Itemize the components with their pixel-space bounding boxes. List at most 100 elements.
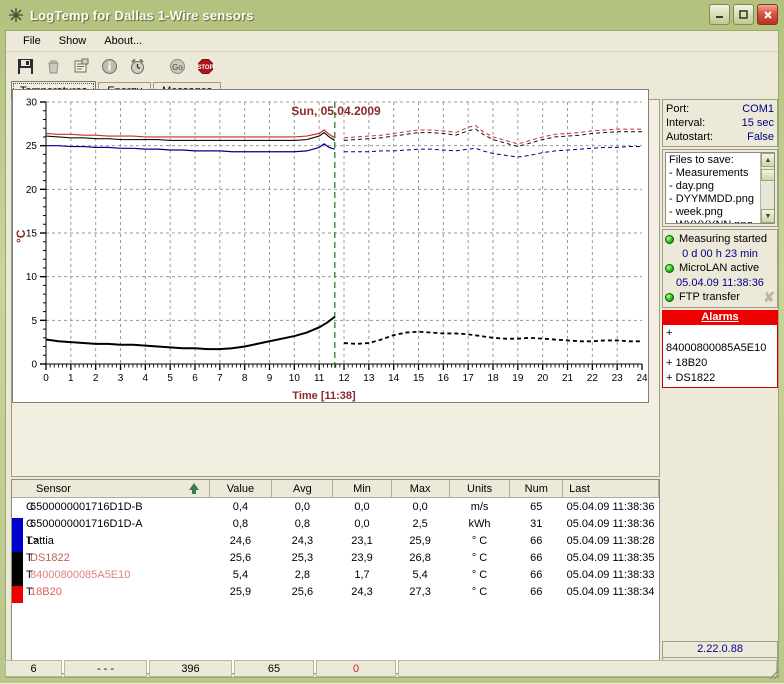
x-tick-label: 20	[537, 373, 549, 384]
cell-last: 05.04.09 11:38:28	[563, 532, 659, 549]
cell-sensor: T84000800085A5E10	[12, 566, 209, 583]
sensor-name: 18B20	[30, 586, 62, 598]
table-row[interactable]: T84000800085A5E105,42,81,75,4° C6605.04.…	[12, 566, 659, 583]
col-units[interactable]: Units	[449, 480, 510, 498]
alarm-item[interactable]: + 18B20	[666, 356, 774, 371]
version-label: 2.22.0.88	[662, 641, 778, 657]
sensor-table-panel[interactable]: Sensor Value Avg Min Max Units Num Last …	[11, 479, 660, 674]
col-last[interactable]: Last	[563, 480, 659, 498]
table-row[interactable]: C6500000001716D1D-B0,40,00,00,0m/s6505.0…	[12, 498, 659, 516]
cell-max: 27,3	[391, 583, 449, 600]
cell-value: 24,6	[209, 532, 272, 549]
x-tick-label: 18	[487, 373, 499, 384]
status-bar: 6 - - - 396 65 0	[5, 659, 779, 678]
microlan-led-icon	[665, 264, 674, 273]
cell-num: 66	[510, 583, 563, 600]
chart-svg: 0510152025300123456789101112131415161718…	[13, 90, 648, 402]
autostart-value: False	[747, 130, 774, 144]
x-tick-label: 8	[242, 373, 248, 384]
file-item[interactable]: - day.png	[669, 180, 771, 193]
alarms-list[interactable]: + 84000800085A5E10 + 18B20 + DS1822	[662, 325, 778, 388]
cell-avg: 25,3	[272, 549, 333, 566]
col-sensor[interactable]: Sensor	[12, 480, 209, 498]
x-tick-label: 0	[43, 373, 49, 384]
table-row[interactable]: T>Lattia24,624,323,125,9° C6605.04.09 11…	[12, 532, 659, 549]
sensor-name: 6500000001716D1D-A	[30, 518, 143, 530]
scrollbar-thumb[interactable]	[761, 169, 775, 181]
alarms-section: Alarms + 84000800085A5E10 + 18B20 + DS18…	[662, 310, 778, 388]
series-line-lattia	[46, 144, 335, 152]
cell-value: 0,8	[209, 515, 272, 532]
cell-last: 05.04.09 11:38:36	[563, 515, 659, 532]
alarm-clock-icon[interactable]	[125, 55, 149, 78]
menu-item-show[interactable]: Show	[50, 33, 96, 49]
cell-min: 24,3	[333, 583, 391, 600]
go-button[interactable]: Go	[165, 55, 189, 78]
file-item[interactable]: - WYYYYNN.png	[669, 219, 771, 224]
series-line-84000800085a5e10	[46, 317, 335, 349]
menu-item-about[interactable]: About...	[95, 33, 151, 49]
col-value[interactable]: Value	[209, 480, 272, 498]
x-tick-label: 23	[612, 373, 624, 384]
alarm-item[interactable]: + DS1822	[666, 371, 774, 386]
svg-text:Go: Go	[172, 63, 183, 72]
table-row[interactable]: TDS182225,625,323,926,8° C6605.04.09 11:…	[12, 549, 659, 566]
status-indicators: Measuring started 0 d 00 h 23 min MicroL…	[662, 229, 778, 308]
col-num[interactable]: Num	[510, 480, 563, 498]
cell-avg: 2,8	[272, 566, 333, 583]
col-avg[interactable]: Avg	[272, 480, 333, 498]
file-item[interactable]: - DYYMMDD.png	[669, 193, 771, 206]
x-tick-label: 10	[289, 373, 301, 384]
cell-units: ° C	[449, 549, 510, 566]
close-button[interactable]	[757, 4, 778, 25]
temperature-chart[interactable]: 0510152025300123456789101112131415161718…	[12, 89, 649, 403]
menu-bar: File Show About...	[6, 31, 778, 52]
maximize-button[interactable]	[733, 4, 754, 25]
x-tick-label: 1	[68, 373, 74, 384]
save-button[interactable]	[13, 55, 37, 78]
minimize-button[interactable]	[709, 4, 730, 25]
files-header: Files to save:	[669, 154, 771, 167]
cell-value: 25,9	[209, 583, 272, 600]
properties-button[interactable]	[69, 55, 93, 78]
alarm-item[interactable]: + 84000800085A5E10	[666, 326, 774, 356]
title-bar: LogTemp for Dallas 1-Wire sensors	[0, 0, 784, 30]
microlan-timestamp: 05.04.09 11:38:36	[665, 276, 775, 290]
measuring-duration: 0 d 00 h 23 min	[665, 247, 775, 261]
ftp-label: FTP transfer	[679, 290, 740, 305]
col-min[interactable]: Min	[333, 480, 391, 498]
chart-xlabel: Time [11:38]	[292, 390, 356, 402]
table-row[interactable]: C6500000001716D1D-A0,80,80,02,5kWh3105.0…	[12, 515, 659, 532]
cell-sensor: TDS1822	[12, 549, 209, 566]
scroll-down-icon[interactable]: ▼	[761, 209, 775, 223]
x-tick-label: 14	[388, 373, 400, 384]
connection-settings: Port: COM1 Interval: 15 sec Autostart: F…	[662, 99, 778, 147]
interval-row: Interval: 15 sec	[666, 116, 774, 130]
file-item[interactable]: - Measurements	[669, 167, 771, 180]
scroll-up-icon[interactable]: ▲	[761, 153, 775, 167]
ftp-disabled-x-icon[interactable]: ✘	[763, 290, 775, 305]
x-tick-label: 12	[338, 373, 350, 384]
file-item[interactable]: - week.png	[669, 206, 771, 219]
files-scrollbar[interactable]: ▲ ▼	[760, 153, 774, 223]
resize-grip[interactable]	[766, 667, 780, 681]
cell-units: ° C	[449, 566, 510, 583]
cell-num: 66	[510, 532, 563, 549]
x-tick-label: 22	[587, 373, 599, 384]
table-row[interactable]: T18B2025,925,624,327,3° C6605.04.09 11:3…	[12, 583, 659, 600]
info-button[interactable]	[97, 55, 121, 78]
cell-avg: 0,0	[272, 498, 333, 516]
cell-avg: 0,8	[272, 515, 333, 532]
menu-item-file[interactable]: File	[14, 33, 50, 49]
cell-max: 0,0	[391, 498, 449, 516]
files-to-save-list[interactable]: Files to save: - Measurements - day.png …	[665, 152, 775, 224]
cell-num: 65	[510, 498, 563, 516]
x-tick-label: 11	[314, 373, 325, 384]
measuring-status-row: Measuring started	[665, 232, 775, 247]
autostart-label: Autostart:	[666, 130, 713, 144]
delete-button[interactable]	[41, 55, 65, 78]
stop-button[interactable]: STOP	[193, 55, 217, 78]
col-max[interactable]: Max	[391, 480, 449, 498]
x-tick-label: 4	[143, 373, 149, 384]
sensor-type-prefix: T	[26, 586, 33, 598]
